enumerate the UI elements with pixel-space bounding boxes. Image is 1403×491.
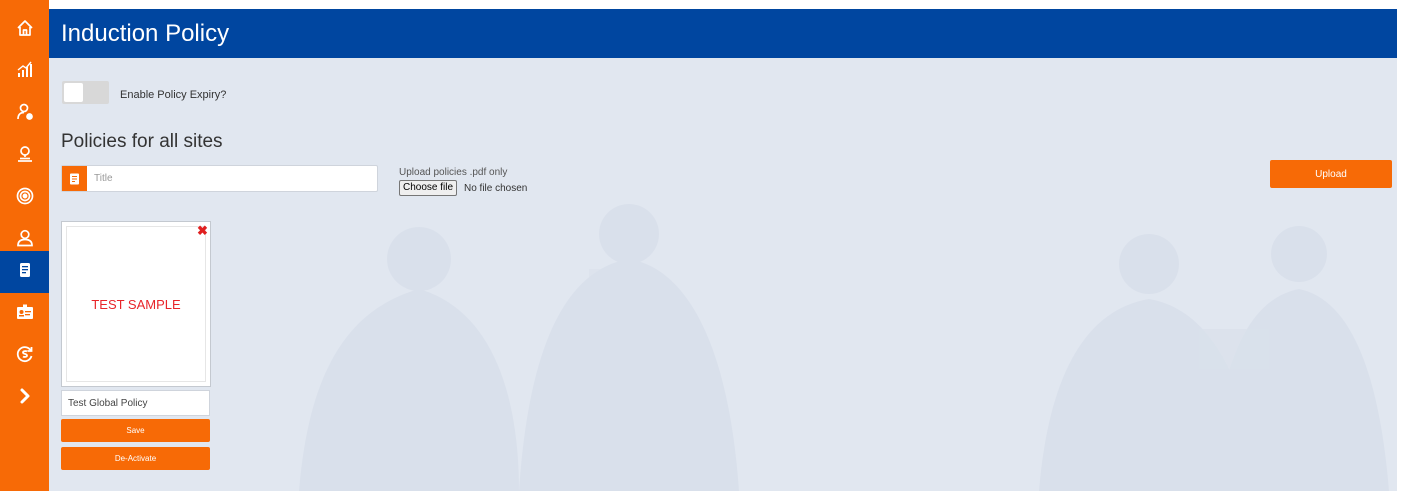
title-input[interactable] [94, 169, 369, 188]
sidebar-item-analytics[interactable] [0, 51, 49, 93]
file-icon [62, 166, 87, 191]
sidebar-item-expand[interactable] [0, 377, 49, 419]
user-settings-icon [15, 102, 35, 127]
sidebar-item-user-settings[interactable] [0, 93, 49, 135]
refresh-dollar-icon [15, 344, 35, 369]
target-icon [15, 186, 35, 211]
sidebar-item-target[interactable] [0, 177, 49, 219]
policy-expiry-label: Enable Policy Expiry? [120, 89, 227, 101]
sidebar [0, 0, 49, 491]
page-header: Induction Policy [49, 9, 1397, 58]
sidebar-item-home[interactable] [0, 9, 49, 51]
title-field-wrapper [61, 165, 378, 192]
policy-preview-card[interactable]: TEST SAMPLE ✖ [61, 221, 211, 387]
main-content: Induction Policy Enable Policy Expiry? P… [49, 9, 1397, 491]
policy-name-input[interactable] [61, 390, 210, 416]
save-button[interactable]: Save [61, 419, 210, 442]
page-title: Induction Policy [61, 20, 230, 47]
user-icon [15, 228, 35, 253]
toggle-knob [64, 83, 83, 102]
sidebar-item-id-card[interactable] [0, 293, 49, 335]
close-icon[interactable]: ✖ [197, 224, 209, 237]
file-status: No file chosen [464, 183, 528, 194]
background-illustration [299, 204, 1389, 491]
sidebar-item-location-user[interactable] [0, 135, 49, 177]
preview-text: TEST SAMPLE [91, 296, 181, 312]
sidebar-item-documents[interactable] [0, 251, 49, 293]
upload-button[interactable]: Upload [1270, 160, 1392, 188]
policy-preview: TEST SAMPLE [66, 226, 206, 382]
id-card-icon [15, 302, 35, 327]
deactivate-button[interactable]: De-Activate [61, 447, 210, 470]
sidebar-item-refresh-dollar[interactable] [0, 335, 49, 377]
policy-expiry-toggle[interactable] [62, 81, 109, 104]
document-icon [15, 260, 35, 285]
upload-label: Upload policies .pdf only [399, 167, 508, 178]
section-title: Policies for all sites [61, 131, 223, 152]
analytics-icon [15, 60, 35, 85]
location-user-icon [15, 144, 35, 169]
choose-file-button[interactable]: Choose file [399, 180, 458, 196]
chevron-right-icon [15, 386, 35, 411]
home-icon [15, 18, 35, 43]
